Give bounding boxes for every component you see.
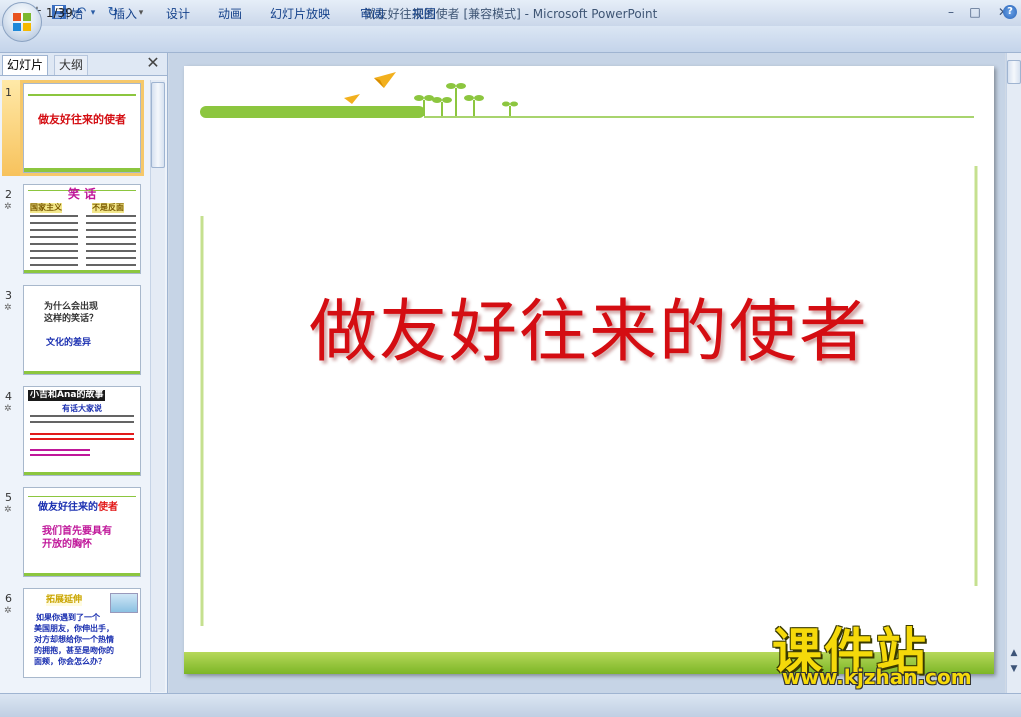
- watermark-url: www.kjzhan.com: [782, 665, 972, 689]
- slide-number: 4: [5, 390, 12, 403]
- slide-thumbnail-5[interactable]: 做友好往来的使者 我们首先要具有 开放的胸怀: [23, 487, 141, 577]
- window-title: 做友好往来的使者 [兼容模式] - Microsoft PowerPoint: [363, 7, 658, 21]
- help-icon[interactable]: ?: [1003, 5, 1017, 19]
- thumb-text: 面颊，你会怎么办？: [34, 657, 106, 666]
- slide-thumbnail-6[interactable]: 拓展延伸 如果你遇到了一个 美国朋友，你伸出手， 对方却想给你一个热情 的拥抱，…: [23, 588, 141, 678]
- slide-number: 5: [5, 491, 12, 504]
- thumb-text: 这样的笑话？: [44, 314, 99, 324]
- thumb-title: 小吉和Ana的故事: [28, 390, 106, 401]
- tab-slideshow[interactable]: 幻灯片放映: [270, 5, 330, 21]
- tab-slides[interactable]: 幻灯片: [2, 55, 49, 75]
- slide-number: 1: [5, 86, 12, 99]
- prev-slide-icon[interactable]: ▲: [1008, 648, 1020, 658]
- office-logo-icon: [13, 13, 31, 31]
- thumb-subtitle: 有话大家说: [62, 404, 102, 413]
- thumb-text: 为什么会出现: [44, 302, 99, 312]
- thumb-heading: 不是反面: [92, 203, 124, 213]
- slide-thumbnail-2[interactable]: 笑 话 国家主义 不是反面: [23, 184, 141, 274]
- office-button[interactable]: [2, 2, 42, 42]
- next-slide-icon[interactable]: ▼: [1008, 664, 1020, 674]
- thumb-title: 笑 话: [67, 187, 97, 201]
- thumb-text: 文化的差异: [46, 338, 92, 348]
- status-bar: [0, 693, 1021, 717]
- tab-review[interactable]: 审阅: [360, 5, 384, 21]
- tab-design[interactable]: 设计: [166, 5, 190, 21]
- thumb-title: 做友好往来的使者: [38, 502, 118, 514]
- animation-star-icon: ✲: [4, 505, 12, 515]
- thumb-text: 如果你遇到了一个: [36, 613, 100, 622]
- slide-number: 2: [5, 188, 12, 201]
- slide-number: 3: [5, 289, 12, 302]
- animation-star-icon: ✲: [4, 303, 12, 313]
- tab-view[interactable]: 视图: [412, 5, 436, 21]
- slide-thumbnail-3[interactable]: 为什么会出现 这样的笑话？ 文化的差异: [23, 285, 141, 375]
- tab-insert[interactable]: 插入: [113, 5, 137, 21]
- thumb-text: 对方却想给你一个热情: [34, 635, 114, 644]
- slide-scrollbar[interactable]: [1006, 53, 1021, 693]
- animation-star-icon: ✲: [4, 404, 12, 414]
- thumb-title: 拓展延伸: [46, 595, 83, 606]
- ribbon-tabs: [0, 26, 1021, 53]
- thumb-text: 开放的胸怀: [42, 539, 92, 550]
- slide-canvas[interactable]: 做友好往来的使者: [184, 66, 994, 674]
- thumb-text: 美国朋友，你伸出手，: [34, 624, 114, 633]
- thumb-text: 的拥抱，甚至是吻你的: [34, 646, 114, 655]
- tab-animation[interactable]: 动画: [218, 5, 242, 21]
- thumb-text: 我们首先要具有: [42, 526, 112, 537]
- tab-outline[interactable]: 大纲: [54, 55, 89, 75]
- slide-number: 6: [5, 592, 12, 605]
- thumb-title-part: 做友好往来的: [38, 502, 98, 513]
- thumb-title: 做友好往来的使者: [38, 113, 126, 126]
- animation-star-icon: ✲: [4, 202, 12, 212]
- thumbnails-scrollbar[interactable]: [150, 80, 165, 692]
- close-pane-icon[interactable]: ✕: [145, 55, 161, 71]
- slide-scrollbar-thumb[interactable]: [1007, 60, 1021, 84]
- minimize-button[interactable]: –: [940, 3, 962, 21]
- thumb-heading: 国家主义: [30, 203, 62, 213]
- slide-title[interactable]: 做友好往来的使者: [184, 276, 994, 375]
- thumb-title-part: 使者: [98, 502, 118, 513]
- maximize-button[interactable]: □: [964, 3, 986, 21]
- slide-thumbnail-4[interactable]: 小吉和Ana的故事 有话大家说: [23, 386, 141, 476]
- slide-thumbnail-1[interactable]: 做友好往来的使者: [23, 83, 141, 173]
- thumbnails-scrollbar-thumb[interactable]: [151, 82, 165, 168]
- animation-star-icon: ✲: [4, 606, 12, 616]
